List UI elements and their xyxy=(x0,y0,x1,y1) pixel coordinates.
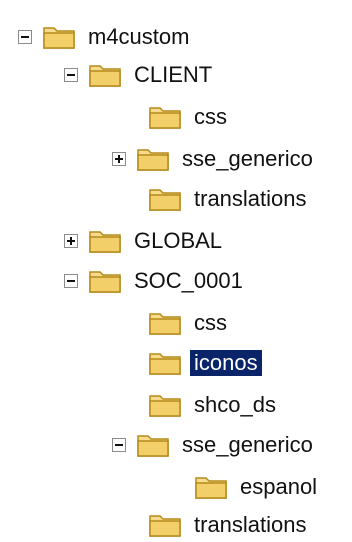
tree-node-soc-iconos[interactable]: iconos xyxy=(148,346,262,380)
folder-icon xyxy=(43,27,75,49)
tree-node-label[interactable]: css xyxy=(190,310,231,336)
tree-node-soc-espanol[interactable]: espanol xyxy=(194,470,321,504)
folder-icon xyxy=(149,189,181,211)
tree-node-label[interactable]: SOC_0001 xyxy=(130,268,247,294)
expand-plus-icon[interactable] xyxy=(112,152,126,166)
folder-icon xyxy=(149,313,181,335)
folder-icon xyxy=(149,353,181,375)
folder-icon xyxy=(137,435,169,457)
tree-node-label[interactable]: espanol xyxy=(236,474,321,500)
tree-node-label[interactable]: CLIENT xyxy=(130,62,216,88)
collapse-minus-icon[interactable] xyxy=(64,68,78,82)
tree-node-m4custom[interactable]: m4custom xyxy=(18,20,193,54)
tree-node-label[interactable]: shco_ds xyxy=(190,392,280,418)
tree-node-label[interactable]: m4custom xyxy=(84,24,193,50)
tree-node-soc-0001[interactable]: SOC_0001 xyxy=(64,264,247,298)
collapse-minus-icon[interactable] xyxy=(64,274,78,288)
folder-icon xyxy=(137,149,169,171)
tree-node-label[interactable]: GLOBAL xyxy=(130,228,226,254)
tree-node-label[interactable]: translations xyxy=(190,186,311,212)
tree-node-label[interactable]: css xyxy=(190,104,231,130)
folder-icon xyxy=(195,477,227,499)
tree-node-client-css[interactable]: css xyxy=(148,100,231,134)
folder-icon xyxy=(149,107,181,129)
folder-icon xyxy=(149,515,181,537)
tree-node-label[interactable]: sse_generico xyxy=(178,146,317,172)
tree-node-label-selected[interactable]: iconos xyxy=(190,350,262,376)
collapse-minus-icon[interactable] xyxy=(18,30,32,44)
folder-icon xyxy=(89,231,121,253)
tree-node-client[interactable]: CLIENT xyxy=(64,58,216,92)
tree-node-global[interactable]: GLOBAL xyxy=(64,224,226,258)
tree-node-label[interactable]: sse_generico xyxy=(178,432,317,458)
tree-node-soc-css[interactable]: css xyxy=(148,306,231,340)
folder-icon xyxy=(149,395,181,417)
tree-node-client-sse-generico[interactable]: sse_generico xyxy=(112,142,317,176)
folder-tree: m4custom CLIENT css sse_generico transla… xyxy=(0,0,352,540)
tree-node-client-translations[interactable]: translations xyxy=(148,182,311,216)
folder-icon xyxy=(89,65,121,87)
tree-node-soc-shco-ds[interactable]: shco_ds xyxy=(148,388,280,422)
tree-node-label[interactable]: translations xyxy=(190,512,311,538)
folder-icon xyxy=(89,271,121,293)
tree-node-soc-sse-generico[interactable]: sse_generico xyxy=(112,428,317,462)
expand-plus-icon[interactable] xyxy=(64,234,78,248)
tree-node-soc-translations[interactable]: translations xyxy=(148,508,311,542)
collapse-minus-icon[interactable] xyxy=(112,438,126,452)
